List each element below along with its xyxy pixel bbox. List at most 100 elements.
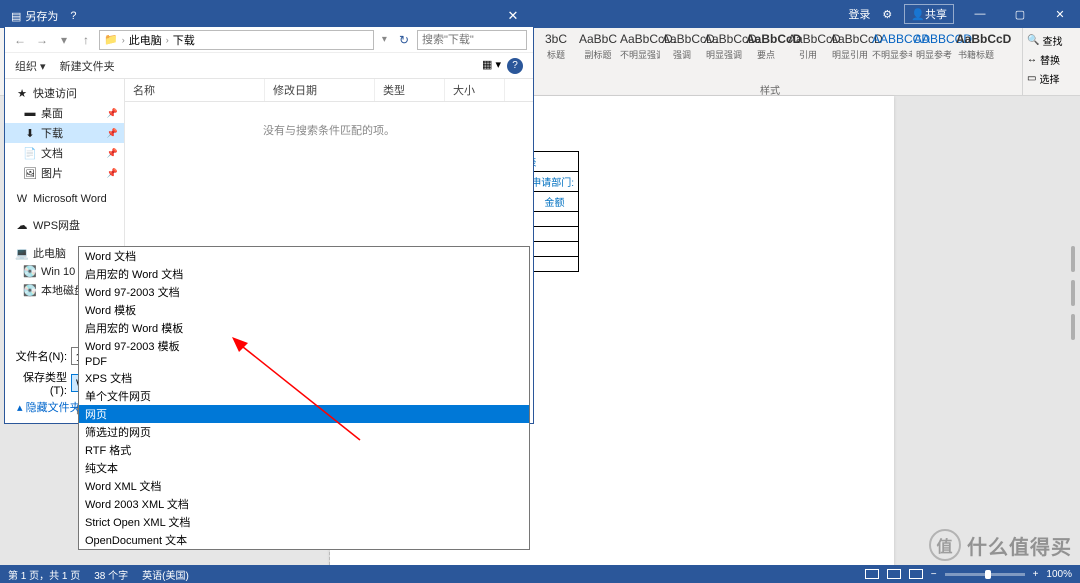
nav-back-icon[interactable]: ← — [11, 31, 29, 49]
tree-item[interactable]: ★快速访问 — [5, 83, 124, 103]
style-item[interactable]: AaBbCcD明显引用 — [830, 30, 870, 61]
tree-item[interactable]: ⬇下载📌 — [5, 123, 124, 143]
hide-folders-link[interactable]: 隐藏文件夹 — [17, 399, 81, 415]
style-item[interactable]: AaBbCcD要点 — [746, 30, 786, 61]
zoom-in-icon[interactable]: + — [1033, 569, 1039, 580]
dialog-nav: ← → ▾ ↑ 📁 › 此电脑 › 下载 ▾ ↻ — [5, 27, 533, 53]
scrollbar[interactable] — [1066, 96, 1080, 565]
view-web-icon[interactable] — [909, 569, 923, 579]
style-item[interactable]: AaBbCcD.不明显强调 — [620, 30, 660, 61]
status-lang[interactable]: 英语(美国) — [142, 567, 189, 582]
folder-icon: ▬ — [23, 107, 37, 119]
savetype-option[interactable]: OpenDocument 文本 — [79, 531, 529, 549]
savetype-option[interactable]: Word 模板 — [79, 301, 529, 319]
view-print-icon[interactable] — [887, 569, 901, 579]
dialog-close-icon[interactable]: ✕ — [493, 8, 533, 24]
savetype-option[interactable]: PDF — [79, 355, 529, 369]
zoom-value[interactable]: 100% — [1046, 569, 1072, 580]
savetype-option[interactable]: 启用宏的 Word 模板 — [79, 319, 529, 337]
dialog-title: 另存为 — [25, 8, 58, 24]
savetype-option[interactable]: 纯文本 — [79, 459, 529, 477]
tree-item[interactable]: 📄文档📌 — [5, 143, 124, 163]
savetype-label: 保存类型(T): — [15, 369, 71, 397]
path-dd-icon[interactable]: ▾ — [378, 34, 391, 45]
status-words[interactable]: 38 个字 — [94, 567, 128, 582]
tree-item[interactable]: ▬桌面📌 — [5, 103, 124, 123]
tree-item[interactable]: ☁WPS网盘 — [5, 215, 124, 235]
dialog-help-icon[interactable]: ? — [58, 10, 88, 22]
help-icon[interactable]: ? — [507, 58, 523, 74]
savetype-option[interactable]: Word XML 文档 — [79, 477, 529, 495]
empty-message: 没有与搜索条件匹配的项。 — [125, 122, 533, 138]
savetype-option[interactable]: Word 2003 XML 文档 — [79, 495, 529, 513]
path-bar[interactable]: 📁 › 此电脑 › 下载 — [99, 30, 374, 50]
view-options-icon[interactable]: ▦ ▾ — [482, 58, 501, 74]
folder-icon: ★ — [15, 87, 29, 100]
select-button[interactable]: ▭ 选择 — [1027, 69, 1076, 88]
style-item[interactable]: AaBbCcD.明显强调 — [704, 30, 744, 61]
savetype-option[interactable]: RTF 格式 — [79, 441, 529, 459]
savetype-option[interactable]: Word 文档 — [79, 247, 529, 265]
folder-icon: 💽 — [23, 265, 37, 278]
style-item[interactable]: AABBCCD明显参考 — [914, 30, 954, 61]
list-header[interactable]: 名称 修改日期 类型 大小 — [125, 79, 533, 102]
nav-up-icon[interactable]: ↑ — [77, 31, 95, 49]
savetype-option[interactable]: 网页 — [79, 405, 529, 423]
watermark: 值 什么值得买 — [929, 529, 1072, 561]
savetype-option[interactable]: 启用宏的 Word 文档 — [79, 265, 529, 283]
maximize-icon[interactable]: ▢ — [1000, 0, 1040, 28]
savetype-option[interactable]: 单个文件网页 — [79, 387, 529, 405]
savetype-option[interactable]: XPS 文档 — [79, 369, 529, 387]
savetype-dropdown[interactable]: Word 文档启用宏的 Word 文档Word 97-2003 文档Word 模… — [78, 246, 530, 550]
ribbon-group-label: 样式 — [760, 82, 780, 97]
filename-label: 文件名(N): — [15, 348, 71, 364]
pin-icon: 📌 — [107, 148, 118, 159]
status-bar: 第 1 页，共 1 页 38 个字 英语(美国) − + 100% — [0, 565, 1080, 583]
pin-icon: 📌 — [107, 168, 118, 179]
word-icon: ▤ — [11, 10, 21, 23]
style-item[interactable]: AaBbCcD书籍标题 — [956, 30, 996, 61]
style-item[interactable]: AaBbCcD.强调 — [662, 30, 702, 61]
login-link[interactable]: 登录 — [842, 6, 876, 22]
find-button[interactable]: 🔍 查找 — [1027, 31, 1076, 50]
refresh-icon[interactable]: ↻ — [395, 33, 413, 47]
savetype-option[interactable]: Word 97-2003 模板 — [79, 337, 529, 355]
folder-icon: W — [15, 193, 29, 205]
editing-group: 🔍 查找 ↔ 替换 ▭ 选择 — [1022, 28, 1080, 95]
newfolder-button[interactable]: 新建文件夹 — [60, 58, 115, 74]
folder-icon: ⬇ — [23, 127, 37, 140]
search-input[interactable] — [417, 30, 527, 50]
savetype-option[interactable]: Word 97-2003 文档 — [79, 283, 529, 301]
savetype-option[interactable]: 筛选过的网页 — [79, 423, 529, 441]
word-settings-icon[interactable]: ⚙ — [876, 8, 898, 21]
replace-button[interactable]: ↔ 替换 — [1027, 50, 1076, 69]
nav-dd-icon[interactable]: ▾ — [55, 31, 73, 49]
share-button[interactable]: 👤 共享 — [904, 4, 954, 24]
view-read-icon[interactable] — [865, 569, 879, 579]
tree-item[interactable]: 🖼图片📌 — [5, 163, 124, 183]
folder-icon: 💽 — [23, 284, 37, 297]
status-page[interactable]: 第 1 页，共 1 页 — [8, 567, 80, 582]
folder-icon: 🖼 — [23, 167, 37, 180]
tree-item[interactable]: WMicrosoft Word — [5, 191, 124, 207]
style-item[interactable]: 3bC标题 — [536, 30, 576, 61]
zoom-out-icon[interactable]: − — [931, 569, 937, 580]
folder-icon: ☁ — [15, 219, 29, 232]
dialog-titlebar: ▤ 另存为 ? ✕ — [5, 5, 533, 27]
dialog-toolbar: 组织 ▾ 新建文件夹 ▦ ▾ ? — [5, 53, 533, 79]
organize-button[interactable]: 组织 ▾ — [15, 58, 46, 74]
zoom-slider[interactable] — [945, 573, 1025, 576]
pin-icon: 📌 — [107, 128, 118, 139]
pin-icon: 📌 — [107, 108, 118, 119]
style-item[interactable]: AaBbCcD引用 — [788, 30, 828, 61]
close-icon[interactable]: ✕ — [1040, 0, 1080, 28]
minimize-icon[interactable]: — — [960, 0, 1000, 28]
folder-icon: 📄 — [23, 147, 37, 160]
watermark-badge-icon: 值 — [929, 529, 961, 561]
style-item[interactable]: AABBCCD不明显参考 — [872, 30, 912, 61]
pc-icon: 📁 — [104, 33, 118, 46]
nav-fwd-icon[interactable]: → — [33, 31, 51, 49]
savetype-option[interactable]: Strict Open XML 文档 — [79, 513, 529, 531]
folder-icon: 💻 — [15, 247, 29, 260]
style-item[interactable]: AaBbC副标题 — [578, 30, 618, 61]
